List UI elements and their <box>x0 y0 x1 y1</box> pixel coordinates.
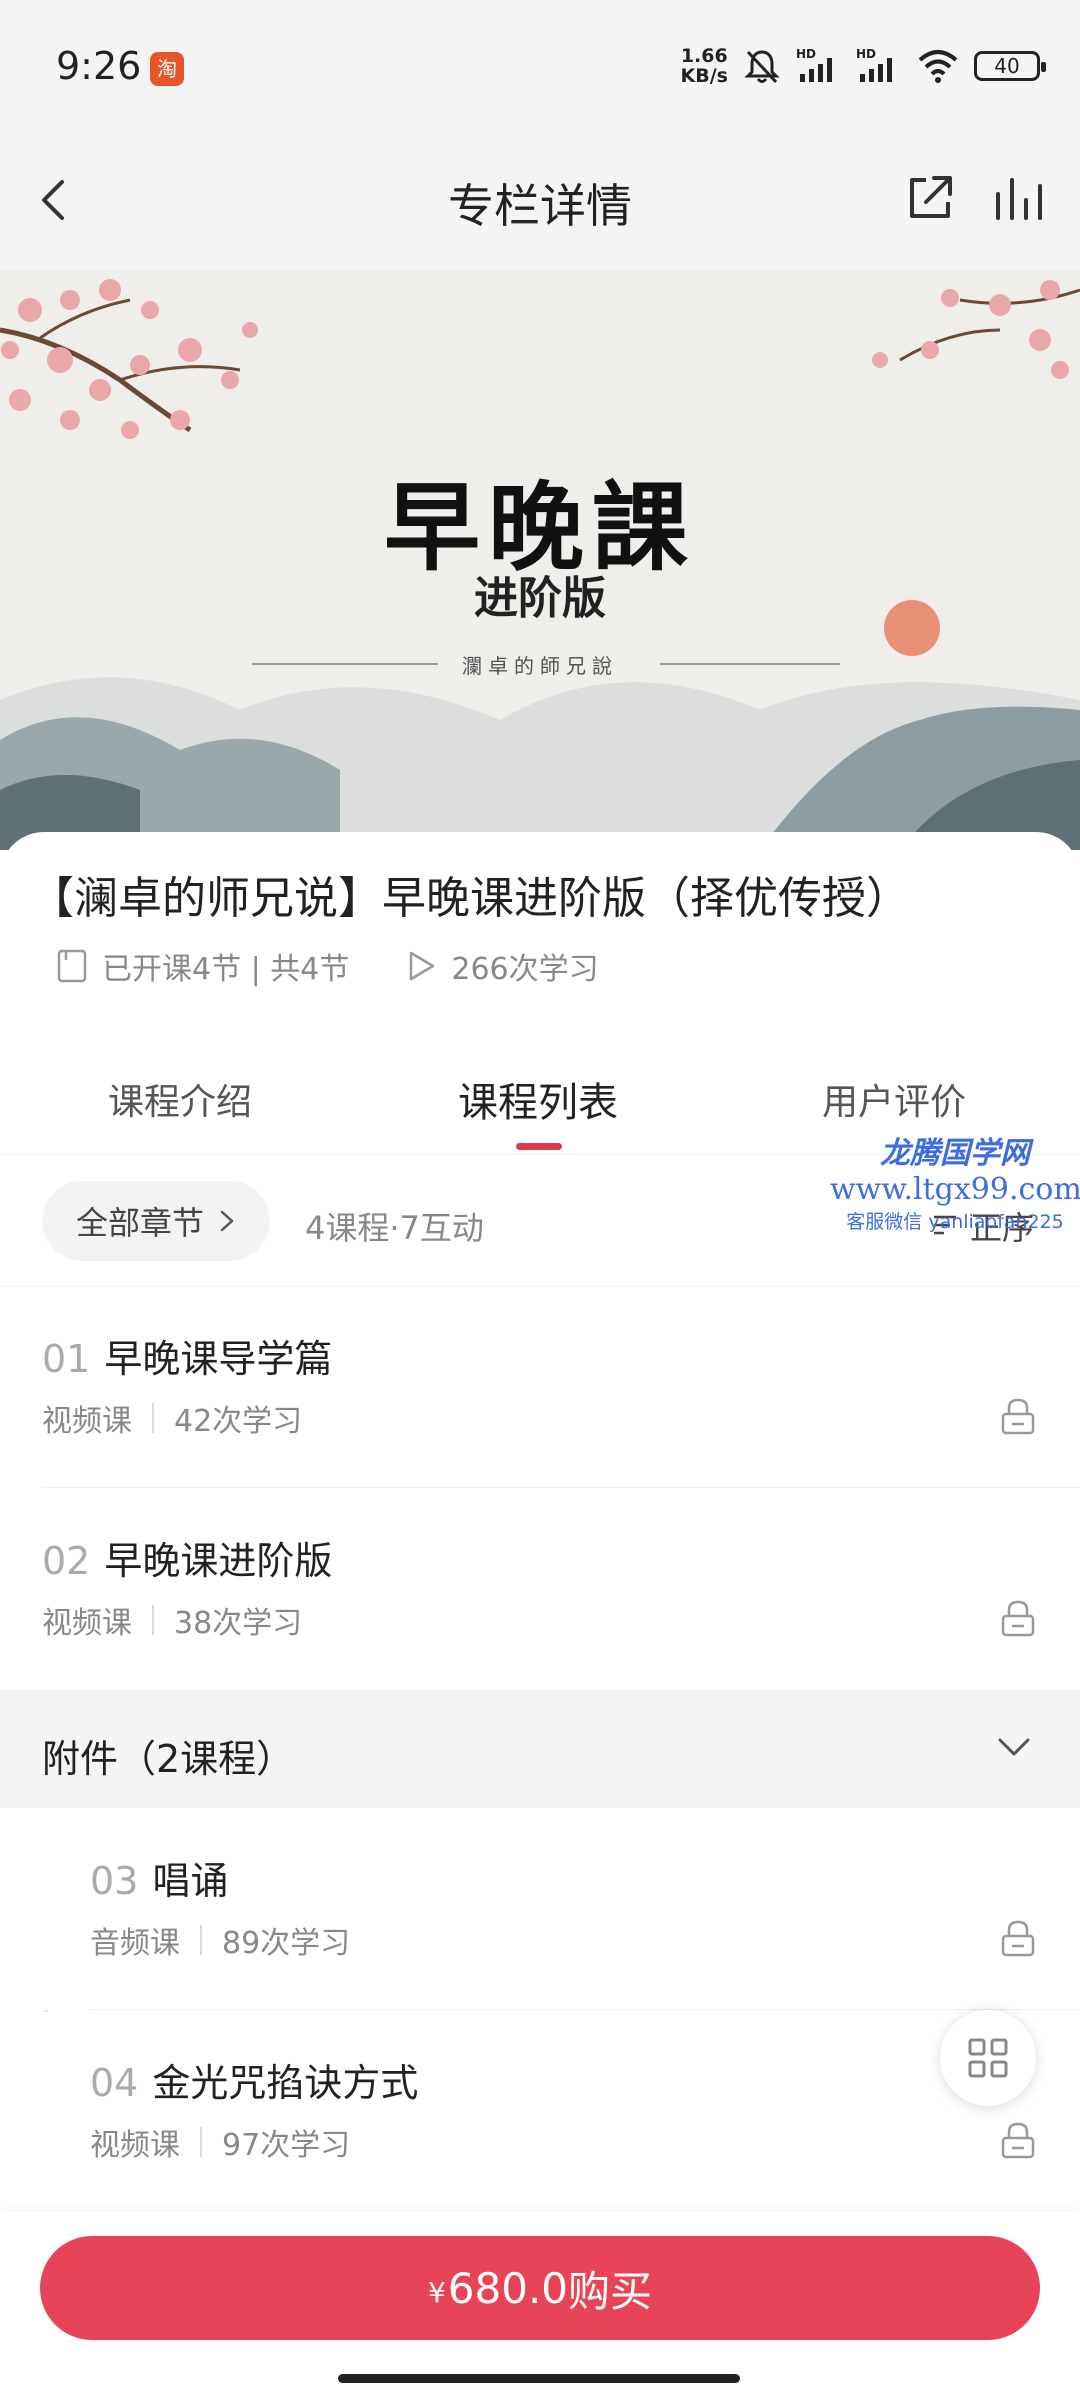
lock-icon <box>1001 1600 1035 1637</box>
row-divider <box>90 2009 1080 2010</box>
tab-course-intro[interactable]: 课程介绍 <box>108 1073 252 1125</box>
purchase-bar: ¥ 680.0 购买 <box>0 2212 1080 2400</box>
status-time: 9:26 <box>56 44 142 88</box>
site-watermark: 龙腾国学网 www.ltgx99.com 客服微信 yanliaofan225 <box>830 1128 1080 1234</box>
course-cover-banner: 早晚課 进阶版 瀾卓的師兄說 <box>0 270 1080 850</box>
battery-indicator: 40 <box>974 51 1046 81</box>
lesson-title-row: 03 唱诵 <box>90 1850 228 1905</box>
share-icon[interactable] <box>902 170 958 226</box>
lesson-title: 早晚课进阶版 <box>104 1539 333 1583</box>
network-speed-unit: KB/s <box>680 65 728 87</box>
document-icon <box>57 949 87 983</box>
lesson-title: 金光咒掐诀方式 <box>152 2061 419 2105</box>
play-icon <box>410 951 435 981</box>
lesson-type: 视频课 <box>42 1404 132 1439</box>
chevron-down-icon <box>998 1738 1030 1756</box>
active-tab-indicator <box>516 1143 562 1150</box>
lesson-type: 视频课 <box>90 2128 180 2163</box>
lesson-number: 03 <box>90 1859 139 1903</box>
lesson-title: 唱诵 <box>152 1859 229 1903</box>
lesson-title-row: 01 早晚课导学篇 <box>42 1328 332 1383</box>
lesson-type: 音频课 <box>90 1926 180 1961</box>
lesson-item[interactable]: 04 金光咒掐诀方式 视频课 97次学习 <box>0 2012 1080 2208</box>
lock-icon <box>1001 1398 1035 1435</box>
buy-label: 购买 <box>568 2266 653 2316</box>
course-title: 【澜卓的师兄说】早晚课进阶版（择优传授） <box>30 873 910 924</box>
price-value: 680.0 <box>447 2263 569 2313</box>
tab-course-list[interactable]: 课程列表 <box>458 1070 618 1128</box>
stats-icon[interactable] <box>990 170 1046 226</box>
currency-symbol: ¥ <box>427 2275 446 2309</box>
signal-icon: HD <box>796 47 832 82</box>
lesson-meta: 视频课 38次学习 <box>42 1598 302 1642</box>
lock-icon <box>1001 2122 1035 2159</box>
mute-bell-icon <box>744 50 780 84</box>
lessons-opened-meta: 已开课4节 | 共4节 <box>56 944 349 988</box>
watermark-contact: 客服微信 yanliaofan225 <box>846 1211 1064 1233</box>
lesson-title-row: 04 金光咒掐诀方式 <box>90 2052 418 2107</box>
network-speed: 1.66 KB/s <box>681 46 728 86</box>
lesson-item[interactable]: 03 唱诵 音频课 89次学习 <box>0 1810 1080 2010</box>
lesson-study-count: 42次学习 <box>174 1404 303 1439</box>
signal-2-hd-label: HD <box>856 47 876 61</box>
course-count-text: 4课程·7互动 <box>305 1209 484 1247</box>
lesson-number: 01 <box>42 1337 91 1381</box>
attachment-section-header[interactable]: 附件（2课程） <box>0 1690 1080 1808</box>
lesson-meta: 视频课 42次学习 <box>42 1396 302 1440</box>
attachment-title: 附件（2课程） <box>42 1737 295 1781</box>
lesson-study-count: 97次学习 <box>222 2128 351 2163</box>
lesson-title: 早晚课导学篇 <box>104 1337 333 1381</box>
floating-menu-button[interactable] <box>940 2010 1036 2106</box>
banner-subtitle: 进阶版 <box>474 573 606 624</box>
lesson-meta: 音频课 89次学习 <box>90 1918 350 1962</box>
lesson-item[interactable]: 02 早晚课进阶版 视频课 38次学习 <box>0 1490 1080 1690</box>
status-bar: 9:26 淘 1.66 KB/s HD HD 40 <box>0 0 1080 130</box>
lesson-study-count: 38次学习 <box>174 1606 303 1641</box>
home-indicator[interactable] <box>338 2374 740 2383</box>
nav-bar: 专栏详情 <box>0 130 1080 270</box>
chapter-filter-label: 全部章节 <box>76 1204 205 1242</box>
lesson-type: 视频课 <box>42 1606 132 1641</box>
study-count-meta: 266次学习 <box>405 944 599 988</box>
lesson-title-row: 02 早晚课进阶版 <box>42 1530 332 1585</box>
chapter-filter-chip[interactable]: 全部章节 <box>42 1181 271 1261</box>
meta-separator <box>200 2127 202 2157</box>
lesson-meta: 视频课 97次学习 <box>90 2120 350 2164</box>
lesson-study-count: 89次学习 <box>222 1926 351 1961</box>
lock-icon <box>1001 1920 1035 1957</box>
row-divider <box>42 1487 1080 1488</box>
lesson-number: 02 <box>42 1539 91 1583</box>
taobao-app-icon: 淘 <box>150 52 184 86</box>
grid-icon <box>968 2038 1008 2078</box>
course-meta: 已开课4节 | 共4节 266次学习 <box>56 944 655 988</box>
wifi-icon <box>918 50 958 83</box>
chevron-right-icon <box>220 1210 234 1232</box>
buy-button[interactable]: ¥ 680.0 购买 <box>40 2236 1040 2340</box>
lesson-item[interactable]: 01 早晚课导学篇 视频课 42次学习 <box>0 1288 1080 1488</box>
watermark-url: www.ltgx99.com <box>830 1172 1080 1207</box>
banner-author: 瀾卓的師兄說 <box>462 654 618 678</box>
lessons-opened-text: 已开课4节 | 共4节 <box>102 952 350 987</box>
signal-icon-2: HD <box>856 47 892 82</box>
meta-separator <box>152 1403 154 1433</box>
tab-user-reviews[interactable]: 用户评价 <box>822 1073 966 1125</box>
meta-separator <box>200 1925 202 1955</box>
watermark-site-name: 龙腾国学网 <box>880 1136 1030 1171</box>
meta-separator <box>152 1605 154 1635</box>
lesson-number: 04 <box>90 2061 139 2105</box>
signal-hd-label: HD <box>796 47 816 61</box>
status-icons: 1.66 KB/s HD HD 40 <box>681 46 1046 86</box>
study-count-text: 266次学习 <box>451 952 599 987</box>
course-info-card: 【澜卓的师兄说】早晚课进阶版（择优传授） 已开课4节 | 共4节 266次学习 <box>0 832 1080 1037</box>
network-speed-value: 1.66 <box>680 45 728 67</box>
